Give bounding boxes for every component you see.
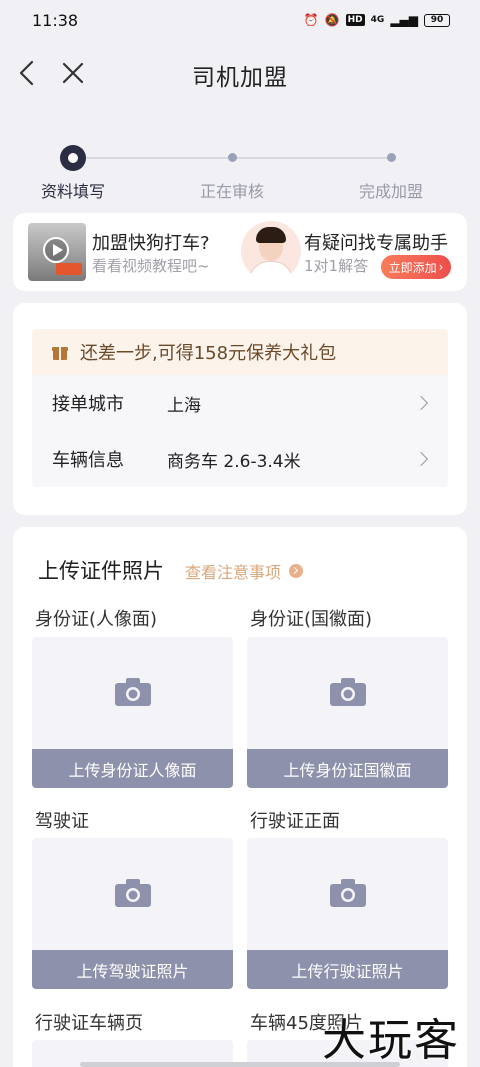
assistant-avatar [241, 221, 301, 281]
home-indicator [80, 1062, 400, 1067]
vehicle-label: 车辆信息 [52, 450, 124, 471]
chevron-right-icon [413, 395, 429, 411]
battery-level: 90 [430, 15, 444, 25]
step-label-complete: 完成加盟 [359, 182, 424, 201]
video-thumbnail[interactable] [28, 223, 86, 281]
avatar-body [249, 261, 293, 281]
camera-icon [115, 879, 151, 907]
upload-driver-license-button[interactable]: 上传驾驶证照片 [32, 950, 233, 989]
arrow-circle-icon [289, 564, 304, 578]
upload-card: 上传证件照片 查看注意事项 身份证(人像面) 身份证(国徽面) 上传身份证人像面… [13, 527, 467, 1067]
step-dot-complete [387, 153, 396, 162]
hd-icon: HD [345, 14, 365, 26]
chevron-right-icon: › [438, 260, 444, 274]
step-connector [86, 157, 392, 159]
video-subtitle[interactable]: 看看视频教程吧~ [92, 255, 210, 276]
upload-slot-id-front[interactable]: 上传身份证人像面 [32, 637, 233, 788]
mute-bell-icon: 🔕 [324, 13, 340, 27]
city-row[interactable]: 接单城市 上海 [32, 375, 448, 431]
step-dot-review [228, 153, 237, 162]
gift-icon [52, 344, 68, 360]
slot-label-id-front: 身份证(人像面) [35, 609, 158, 630]
add-button-label: 立即添加 [388, 260, 437, 275]
gift-banner: 还差一步,可得158元保养大礼包 [32, 329, 448, 375]
close-icon[interactable] [60, 60, 86, 86]
vehicle-value: 商务车 2.6-3.4米 [167, 451, 301, 472]
notice-link[interactable]: 查看注意事项 [185, 559, 304, 583]
upload-id-front-button[interactable]: 上传身份证人像面 [32, 749, 233, 788]
join-info-card: 还差一步,可得158元保养大礼包 接单城市 上海 车辆信息 商务车 2.6-3.… [13, 303, 467, 515]
back-arrow-icon[interactable] [14, 58, 42, 88]
status-time: 11:38 [32, 10, 79, 30]
camera-icon [115, 678, 151, 706]
promo-card: 加盟快狗打车? 看看视频教程吧~ 有疑问找专属助手 1对1解答 立即添加 › [13, 213, 467, 291]
slot-label-vehicle-license: 行驶证正面 [250, 811, 340, 832]
city-value: 上海 [167, 395, 201, 416]
truck-image [56, 263, 82, 275]
add-assistant-button[interactable]: 立即添加 › [381, 255, 451, 279]
vehicle-row[interactable]: 车辆信息 商务车 2.6-3.4米 [32, 431, 448, 487]
city-label: 接单城市 [52, 394, 124, 415]
progress-steps: 资料填写 正在审核 完成加盟 [0, 140, 480, 210]
upload-id-back-button[interactable]: 上传身份证国徽面 [247, 749, 448, 788]
info-list: 接单城市 上海 车辆信息 商务车 2.6-3.4米 [32, 375, 448, 487]
notice-link-label: 查看注意事项 [185, 563, 282, 582]
chevron-right-icon [413, 451, 429, 467]
battery-icon: 90 [424, 13, 450, 27]
upload-vehicle-license-button[interactable]: 上传行驶证照片 [247, 950, 448, 989]
help-subtitle: 1对1解答 [304, 257, 369, 275]
alarm-icon: ⏰ [303, 13, 319, 27]
slot-label-driver-license: 驾驶证 [35, 811, 89, 832]
page-title: 司机加盟 [192, 65, 288, 91]
signal-icon: ▂▄▆ [390, 13, 418, 27]
status-icons: ⏰ 🔕 HD 4G ▂▄▆ 90 [304, 13, 450, 27]
step-dot-current [60, 145, 86, 171]
network-label: 4G [370, 15, 385, 25]
step-label-review: 正在审核 [200, 182, 265, 201]
gift-text: 还差一步,可得158元保养大礼包 [80, 343, 337, 364]
camera-icon [330, 879, 366, 907]
nav-bar: 司机加盟 [0, 40, 480, 110]
slot-label-vehicle-page: 行驶证车辆页 [35, 1013, 143, 1034]
upload-slot-vehicle-license[interactable]: 上传行驶证照片 [247, 838, 448, 989]
status-bar: 11:38 ⏰ 🔕 HD 4G ▂▄▆ 90 [0, 0, 480, 40]
upload-slot-driver-license[interactable]: 上传驾驶证照片 [32, 838, 233, 989]
step-label-fill: 资料填写 [41, 182, 106, 201]
video-title[interactable]: 加盟快狗打车? [92, 229, 210, 255]
play-icon[interactable] [43, 237, 69, 263]
help-title: 有疑问找专属助手 [304, 233, 448, 254]
upload-section-title: 上传证件照片 [38, 559, 164, 583]
watermark-logo: 大玩客 [322, 1015, 460, 1066]
slot-label-id-back: 身份证(国徽面) [250, 609, 373, 630]
camera-icon [330, 678, 366, 706]
avatar-hair [256, 227, 286, 243]
upload-slot-id-back[interactable]: 上传身份证国徽面 [247, 637, 448, 788]
